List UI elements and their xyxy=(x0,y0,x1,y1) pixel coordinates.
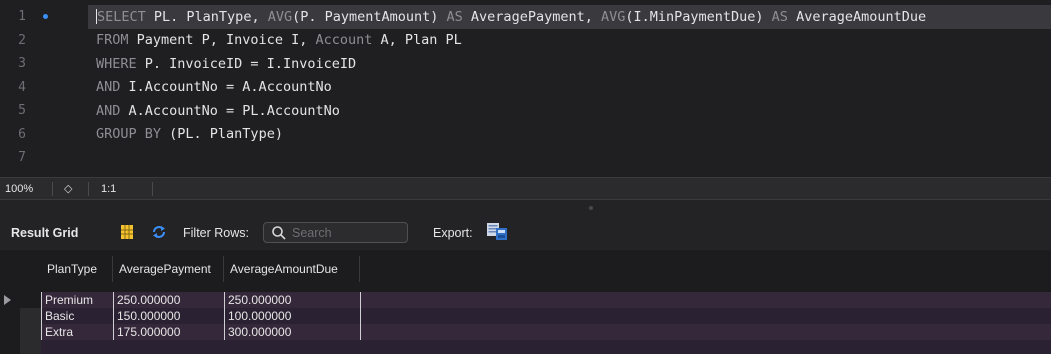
filter-rows-label: Filter Rows: xyxy=(183,226,249,240)
zoom-level[interactable]: 100% xyxy=(5,183,33,195)
line-gutter[interactable]: 2 xyxy=(0,29,56,53)
sql-keyword: FROM xyxy=(96,32,129,49)
sql-token: A, Plan PL xyxy=(372,32,462,49)
table-row[interactable]: Extra 175.000000 300.000000 xyxy=(0,324,1051,340)
code-line[interactable]: 3 WHERE P. InvoiceID = I.InvoiceID xyxy=(0,52,1051,76)
line-gutter[interactable]: 7 xyxy=(0,146,56,170)
code-text: GROUP BY (PL. PlanType) xyxy=(96,126,283,142)
row-filler xyxy=(360,292,1051,308)
search-icon xyxy=(272,226,286,240)
sql-token: (PL. PlanType) xyxy=(161,126,283,143)
result-grid[interactable]: PlanType AveragePayment AverageAmountDue… xyxy=(0,250,1051,354)
row-selector xyxy=(20,340,41,354)
code-line[interactable]: 5 AND A.AccountNo = PL.AccountNo xyxy=(0,99,1051,123)
line-number: 1 xyxy=(18,9,26,25)
code-line[interactable]: 4 AND I.AccountNo = A.AccountNo xyxy=(0,76,1051,100)
row-selector[interactable] xyxy=(20,308,41,324)
sql-token: PL. PlanType, xyxy=(145,8,268,25)
column-header-averageamountdue[interactable]: AverageAmountDue xyxy=(224,256,360,282)
sql-keyword: Account xyxy=(315,32,373,49)
code-line[interactable]: 1 SELECT PL. PlanType, AVG(P. PaymentAmou… xyxy=(0,5,1051,29)
line-number: 4 xyxy=(18,79,26,95)
table-row[interactable]: Premium 250.000000 250.000000 xyxy=(0,292,1051,308)
code-line[interactable]: 2 FROM Payment P, Invoice I, Account A, P… xyxy=(0,29,1051,53)
grid-view-icon[interactable] xyxy=(121,225,133,239)
separator xyxy=(52,182,53,196)
filter-search-box[interactable] xyxy=(263,222,408,243)
cell-averageamountdue[interactable]: 250.000000 xyxy=(224,292,360,308)
cell-plantype[interactable]: Basic xyxy=(41,308,113,324)
sql-token: AverageAmountDue xyxy=(787,8,927,25)
code-text: AND A.AccountNo = PL.AccountNo xyxy=(96,103,340,119)
row-selector[interactable] xyxy=(20,324,41,340)
pane-splitter[interactable] xyxy=(0,200,1051,216)
code-line[interactable]: 6 GROUP BY (PL. PlanType) xyxy=(0,123,1051,147)
row-filler xyxy=(360,324,1051,340)
code-line[interactable]: 7 xyxy=(0,146,1051,170)
line-gutter[interactable]: 4 xyxy=(0,76,56,100)
sql-keyword: AND xyxy=(96,102,121,119)
export-label: Export: xyxy=(433,226,473,240)
cell-averageamountdue[interactable]: 100.000000 xyxy=(224,308,360,324)
zoom-stepper-icon[interactable]: ◇ xyxy=(64,181,72,197)
cell-plantype[interactable]: Premium xyxy=(41,292,113,308)
code-text: SELECT PL. PlanType, AVG(P. PaymentAmoun… xyxy=(96,9,926,25)
line-number: 2 xyxy=(18,32,26,48)
sql-token: P. InvoiceID = I.InvoiceID xyxy=(136,55,357,72)
cell-averageamountdue[interactable]: 300.000000 xyxy=(224,324,360,340)
sql-keyword: AVG xyxy=(600,8,626,25)
grid-header-row: PlanType AveragePayment AverageAmountDue xyxy=(0,256,1051,282)
cell-plantype[interactable]: Extra xyxy=(41,324,113,340)
separator xyxy=(152,182,153,196)
line-number: 3 xyxy=(18,56,26,72)
cursor-position: 1:1 xyxy=(101,182,117,195)
cell-averagepayment[interactable]: 175.000000 xyxy=(113,324,224,340)
sql-keyword: AND xyxy=(96,79,121,96)
current-row-arrow-icon xyxy=(4,295,11,305)
table-row[interactable]: Basic 150.000000 100.000000 xyxy=(0,308,1051,324)
code-text: WHERE P. InvoiceID = I.InvoiceID xyxy=(96,56,356,72)
refresh-icon[interactable] xyxy=(150,223,168,241)
cell-averagepayment[interactable]: 250.000000 xyxy=(113,292,224,308)
sql-token: AveragePayment, xyxy=(462,8,601,25)
sql-keyword: WHERE xyxy=(96,55,137,72)
column-header-averagepayment[interactable]: AveragePayment xyxy=(113,256,224,282)
sql-token: A.AccountNo = PL.AccountNo xyxy=(120,102,340,119)
row-filler xyxy=(360,308,1051,324)
table-row-empty xyxy=(0,340,1051,354)
sql-token: I.AccountNo = A.AccountNo xyxy=(120,79,332,96)
cell-averagepayment[interactable]: 150.000000 xyxy=(113,308,224,324)
sql-token: (P. PaymentAmount) xyxy=(292,8,447,25)
sql-keyword: GROUP BY xyxy=(96,126,162,143)
code-text: AND I.AccountNo = A.AccountNo xyxy=(96,79,332,95)
column-header-plantype[interactable]: PlanType xyxy=(41,256,113,282)
splitter-handle-icon[interactable] xyxy=(589,206,593,210)
line-gutter[interactable]: 1 xyxy=(0,5,56,29)
separator xyxy=(88,182,89,196)
line-number: 7 xyxy=(18,150,26,166)
result-grid-label: Result Grid xyxy=(11,226,79,240)
grid-body: Premium 250.000000 250.000000 Basic 150.… xyxy=(0,287,1051,354)
editor-status-bar: 100% ◇ 1:1 xyxy=(0,177,1051,200)
line-number: 6 xyxy=(18,126,26,142)
line-gutter[interactable]: 6 xyxy=(0,123,56,147)
code-text: FROM Payment P, Invoice I, Account A, Pl… xyxy=(96,32,462,48)
statement-marker-icon[interactable] xyxy=(43,14,48,20)
sql-keyword: AS xyxy=(446,8,463,25)
line-gutter[interactable]: 3 xyxy=(0,52,56,76)
sql-editor[interactable]: 1 SELECT PL. PlanType, AVG(P. PaymentAmou… xyxy=(0,0,1051,177)
line-number: 5 xyxy=(18,103,26,119)
export-icon[interactable] xyxy=(487,222,507,240)
row-filler xyxy=(41,340,1051,354)
sql-keyword: AVG xyxy=(267,8,293,25)
sql-keyword: AS xyxy=(771,8,788,25)
line-gutter[interactable]: 5 xyxy=(0,99,56,123)
filter-search-input[interactable] xyxy=(292,225,402,240)
sql-token: (I.MinPaymentDue) xyxy=(625,8,772,25)
sql-token: Payment P, Invoice I, xyxy=(128,32,316,49)
sql-keyword: SELECT xyxy=(97,8,146,25)
row-selector[interactable] xyxy=(0,292,41,308)
result-toolbar: Result Grid Filter Rows: Export: xyxy=(0,216,1051,250)
